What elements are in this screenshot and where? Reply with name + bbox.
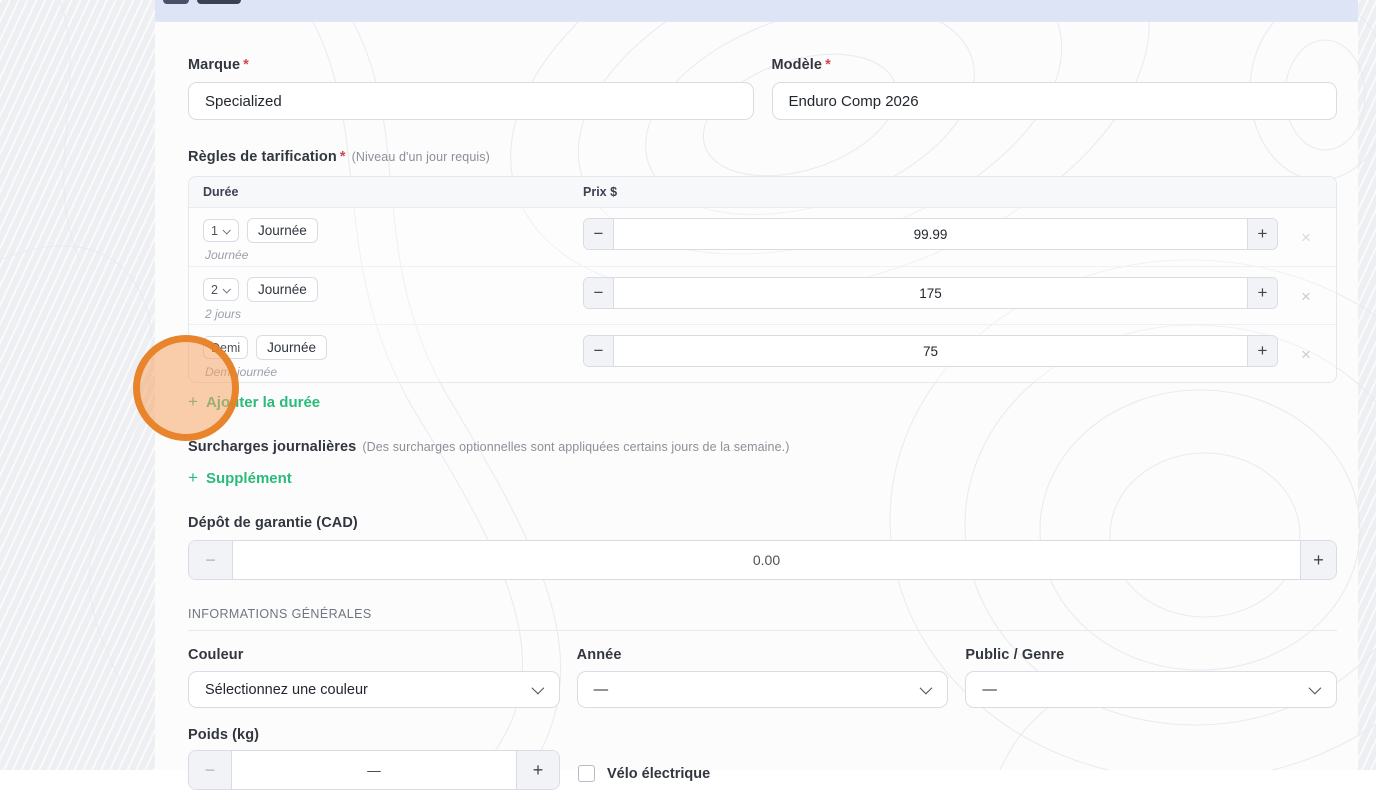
deposit-label: Dépôt de garantie (CAD) bbox=[188, 515, 1337, 531]
column-header-price: Prix $ bbox=[583, 185, 1336, 199]
deposit-input[interactable]: 0.00 bbox=[233, 541, 1300, 579]
price-cell: − 75 + × bbox=[583, 335, 1328, 367]
ebike-checkbox-group: Vélo électrique bbox=[578, 765, 710, 782]
duration-cell: 2 Journée 2 jours bbox=[203, 277, 583, 321]
model-input[interactable]: Enduro Comp 2026 bbox=[772, 82, 1338, 120]
unit-badge[interactable]: Journée bbox=[247, 218, 318, 243]
add-supplement-button[interactable]: + Supplément bbox=[188, 468, 292, 488]
duration-caption: Demi-journée bbox=[205, 365, 583, 379]
price-input[interactable]: 175 bbox=[614, 278, 1247, 308]
price-cell: − 99.99 + × bbox=[583, 218, 1328, 250]
pricing-row: Demi Journée Demi-journée − 75 + × bbox=[189, 324, 1336, 382]
decrement-button[interactable]: − bbox=[584, 219, 614, 249]
chevron-down-icon bbox=[222, 285, 230, 293]
increment-button[interactable]: + bbox=[1247, 278, 1277, 308]
duration-caption: Journée bbox=[205, 248, 583, 262]
required-asterisk: * bbox=[825, 57, 831, 73]
clipped-toolbar-remnant bbox=[163, 0, 189, 4]
model-field-group: Modèle* Enduro Comp 2026 bbox=[772, 57, 1338, 120]
brand-field-group: Marque* Specialized bbox=[188, 57, 754, 120]
clipped-top-toolbar bbox=[155, 0, 1358, 22]
weight-stepper: − — + bbox=[188, 750, 560, 790]
column-header-duration: Durée bbox=[189, 185, 583, 199]
decrement-button[interactable]: − bbox=[584, 336, 614, 366]
chevron-down-icon bbox=[531, 682, 544, 695]
unit-badge[interactable]: Journée bbox=[247, 277, 318, 302]
pricing-rules-hint: (Niveau d'un jour requis) bbox=[352, 150, 490, 164]
decrement-button[interactable]: − bbox=[189, 751, 232, 789]
audience-field-group: Public / Genre — bbox=[965, 647, 1337, 708]
chevron-down-icon bbox=[222, 226, 230, 234]
price-stepper: − 175 + bbox=[583, 277, 1278, 309]
color-label: Couleur bbox=[188, 647, 560, 663]
duration-caption: 2 jours bbox=[205, 307, 583, 321]
general-info-section-title: INFORMATIONS GÉNÉRALES bbox=[188, 607, 1337, 631]
model-label: Modèle* bbox=[772, 57, 1338, 73]
add-duration-button[interactable]: + Ajouter la durée bbox=[188, 392, 320, 412]
pricing-table: Durée Prix $ 1 Journée Journée − 99.99 + bbox=[188, 176, 1337, 383]
deposit-stepper: − 0.00 + bbox=[188, 540, 1337, 580]
increment-button[interactable]: + bbox=[1300, 541, 1336, 579]
quantity-select[interactable]: Demi bbox=[203, 336, 248, 359]
year-field-group: Année — bbox=[577, 647, 949, 708]
year-select[interactable]: — bbox=[577, 671, 949, 708]
pricing-rules-label: Règles de tarification*(Niveau d'un jour… bbox=[188, 149, 1337, 165]
price-input[interactable]: 99.99 bbox=[614, 219, 1247, 249]
chevron-down-icon bbox=[920, 682, 933, 695]
price-stepper: − 99.99 + bbox=[583, 218, 1278, 250]
price-cell: − 175 + × bbox=[583, 277, 1328, 309]
increment-button[interactable]: + bbox=[1247, 336, 1277, 366]
decrement-button[interactable]: − bbox=[584, 278, 614, 308]
year-label: Année bbox=[577, 647, 949, 663]
surcharges-hint: (Des surcharges optionnelles sont appliq… bbox=[362, 440, 789, 454]
duration-cell: Demi Journée Demi-journée bbox=[203, 335, 583, 379]
decrement-button[interactable]: − bbox=[189, 541, 233, 579]
quantity-select[interactable]: 2 bbox=[203, 278, 239, 301]
remove-row-icon[interactable]: × bbox=[1301, 289, 1311, 305]
plus-icon: + bbox=[188, 392, 198, 412]
remove-row-icon[interactable]: × bbox=[1301, 230, 1311, 246]
weight-input[interactable]: — bbox=[232, 751, 516, 789]
audience-label: Public / Genre bbox=[965, 647, 1337, 663]
brand-input[interactable]: Specialized bbox=[188, 82, 754, 120]
ebike-label: Vélo électrique bbox=[607, 766, 710, 782]
brand-label: Marque* bbox=[188, 57, 754, 73]
required-asterisk: * bbox=[243, 57, 249, 73]
unit-badge[interactable]: Journée bbox=[256, 335, 327, 360]
increment-button[interactable]: + bbox=[516, 751, 559, 789]
clipped-toolbar-remnant bbox=[197, 0, 241, 4]
page-gutter-left bbox=[0, 0, 155, 770]
price-stepper: − 75 + bbox=[583, 335, 1278, 367]
audience-select[interactable]: — bbox=[965, 671, 1337, 708]
color-select[interactable]: Sélectionnez une couleur bbox=[188, 671, 560, 708]
quantity-select[interactable]: 1 bbox=[203, 219, 239, 242]
required-asterisk: * bbox=[340, 149, 346, 165]
chevron-down-icon bbox=[1309, 682, 1322, 695]
pricing-row: 2 Journée 2 jours − 175 + × bbox=[189, 266, 1336, 324]
pricing-row: 1 Journée Journée − 99.99 + × bbox=[189, 208, 1336, 266]
remove-row-icon[interactable]: × bbox=[1301, 347, 1311, 363]
weight-field-group: Poids (kg) − — + bbox=[188, 727, 560, 790]
ebike-checkbox[interactable] bbox=[578, 765, 595, 782]
price-input[interactable]: 75 bbox=[614, 336, 1247, 366]
page-gutter-right bbox=[1358, 0, 1376, 770]
color-field-group: Couleur Sélectionnez une couleur bbox=[188, 647, 560, 708]
plus-icon: + bbox=[188, 468, 198, 488]
surcharges-label: Surcharges journalières(Des surcharges o… bbox=[188, 439, 1337, 455]
duration-cell: 1 Journée Journée bbox=[203, 218, 583, 262]
increment-button[interactable]: + bbox=[1247, 219, 1277, 249]
weight-label: Poids (kg) bbox=[188, 727, 560, 743]
pricing-table-header: Durée Prix $ bbox=[189, 177, 1336, 208]
